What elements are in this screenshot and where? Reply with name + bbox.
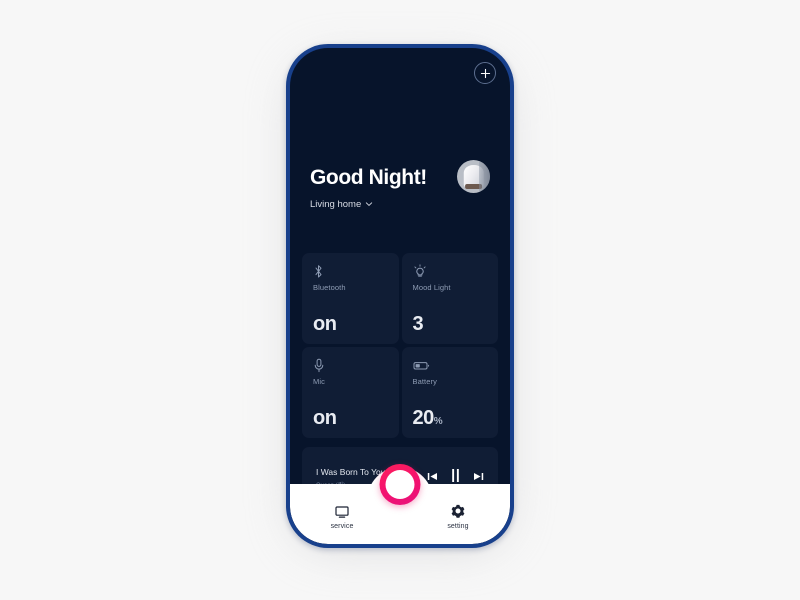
tile-value: 20% (413, 408, 488, 428)
avatar-shading (479, 160, 490, 193)
bottom-navigation: service setting (290, 464, 510, 544)
avatar[interactable] (457, 160, 490, 193)
tile-value-text: 3 (412, 313, 424, 335)
tile-value: on (313, 408, 388, 428)
chevron-down-icon (365, 195, 373, 213)
record-button[interactable] (379, 464, 421, 505)
tile-label: Bluetooth (313, 283, 346, 292)
tile-header: Mood Light (413, 264, 488, 292)
gear-icon (451, 504, 465, 518)
nav-item-label: setting (447, 523, 469, 530)
phone-screen: Good Night! Living home Bluetooth on Moo… (290, 48, 510, 544)
tile-label: Mood Light (412, 283, 451, 292)
room-selector-label: Living home (310, 198, 362, 210)
tile-mood-light[interactable]: Mood Light 3 (401, 253, 498, 344)
tile-value: on (313, 314, 388, 334)
nav-item-setting[interactable]: setting (428, 504, 488, 530)
tile-value-text: 20 (412, 407, 435, 429)
record-button-inner (385, 470, 415, 499)
tile-value: 3 (413, 314, 488, 334)
phone-frame: Good Night! Living home Bluetooth on Moo… (286, 44, 514, 548)
tile-header: Mic (313, 358, 388, 386)
bluetooth-icon (313, 264, 388, 279)
monitor-icon (335, 506, 349, 518)
tile-label: Mic (313, 377, 325, 386)
tile-label: Battery (412, 377, 437, 386)
bulb-icon (413, 264, 488, 279)
device-tile-grid: Bluetooth on Mood Light 3 Mic on Battery… (302, 253, 498, 438)
tile-bluetooth[interactable]: Bluetooth on (302, 253, 399, 344)
tile-value-text: on (313, 407, 337, 429)
battery-icon (413, 358, 488, 373)
tile-value-unit: % (433, 416, 443, 427)
greeting-block: Good Night! Living home (310, 160, 490, 213)
mic-icon (313, 358, 388, 373)
room-selector[interactable]: Living home (310, 195, 490, 213)
add-icon (480, 68, 491, 79)
tile-value-text: on (313, 313, 337, 335)
tile-battery[interactable]: Battery 20% (401, 347, 498, 438)
nav-item-service[interactable]: service (312, 506, 372, 530)
tile-header: Bluetooth (313, 264, 388, 292)
tile-mic[interactable]: Mic on (302, 347, 399, 438)
nav-item-label: service (330, 523, 354, 530)
add-device-button[interactable] (474, 62, 496, 84)
tile-header: Battery (413, 358, 488, 386)
